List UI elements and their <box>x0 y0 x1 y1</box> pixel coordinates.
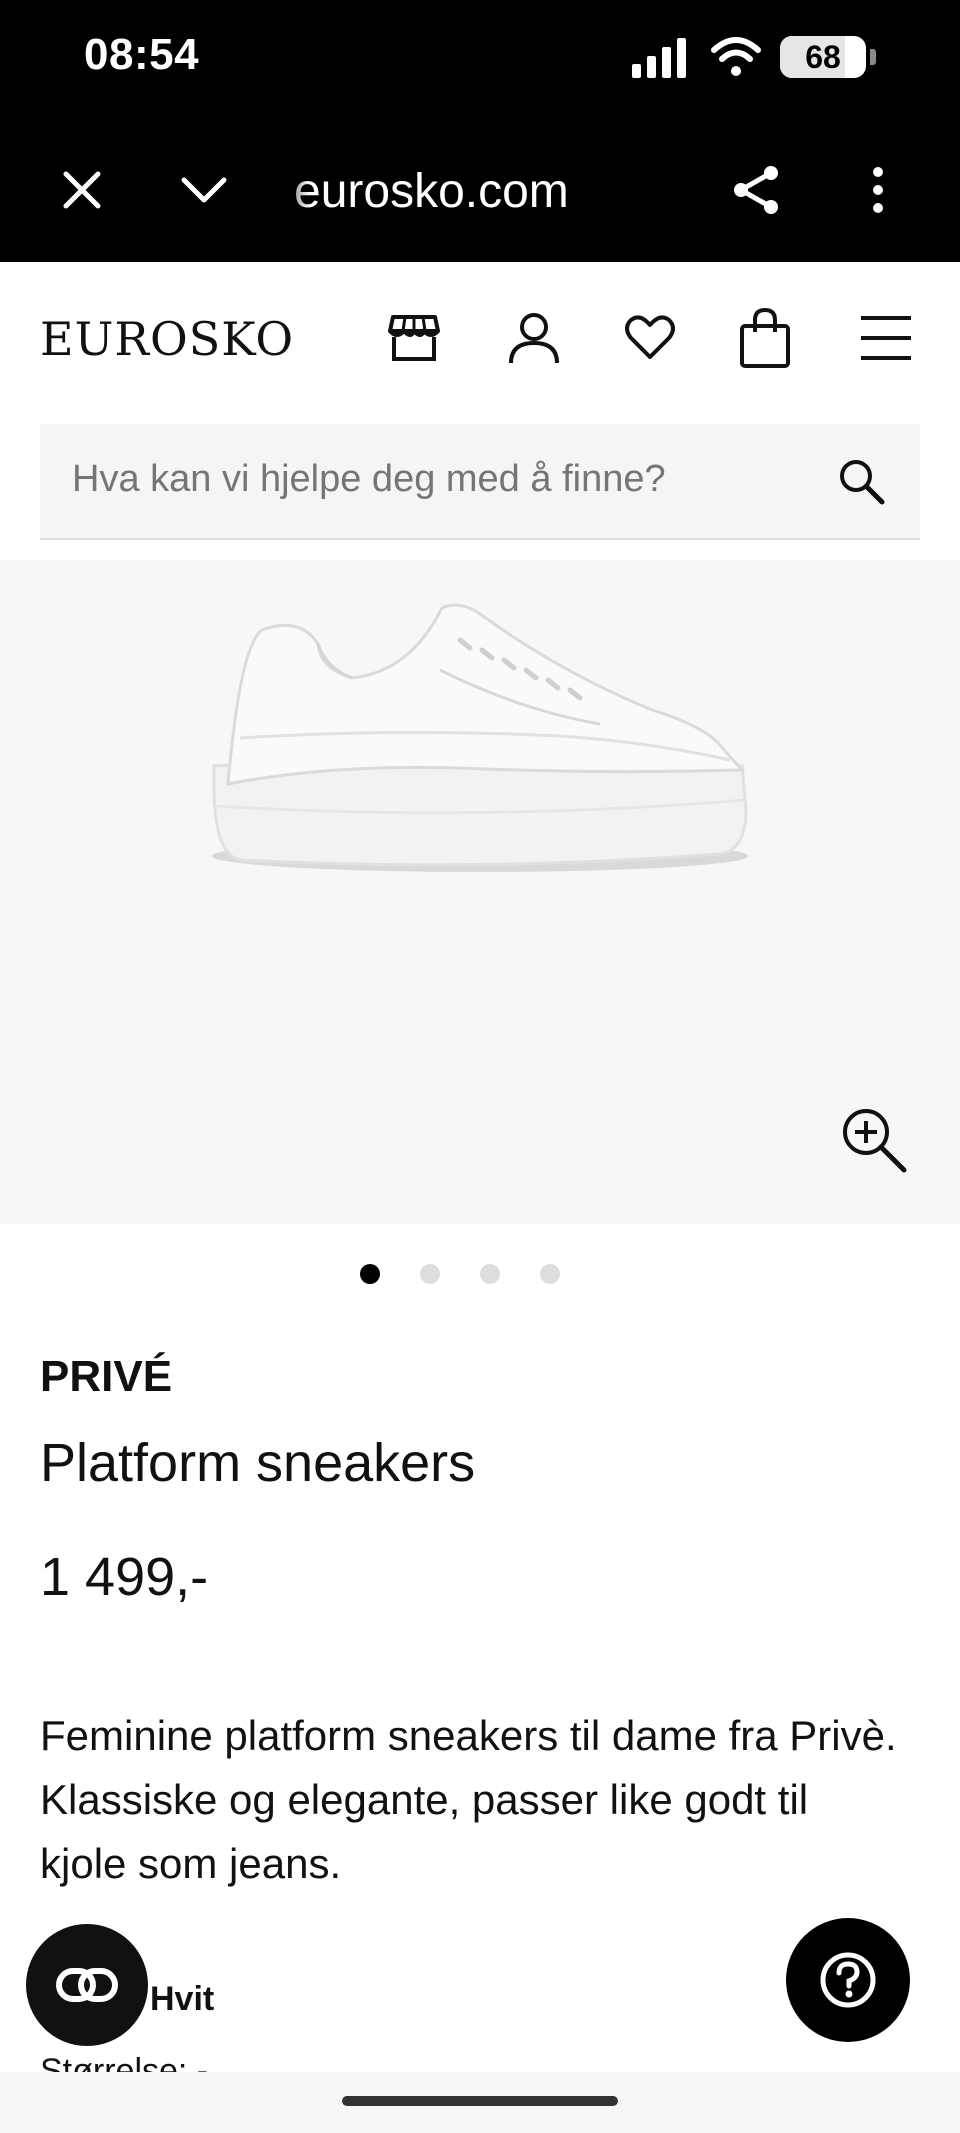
status-time: 08:54 <box>84 30 200 79</box>
zoom-in-icon <box>843 1109 907 1173</box>
shopping-bag-icon <box>740 308 790 368</box>
pagination-dot-1[interactable] <box>360 1264 380 1284</box>
account-button[interactable] <box>498 302 570 374</box>
accessibility-button[interactable] <box>26 1924 148 2046</box>
account-icon <box>509 313 559 364</box>
search-icon <box>840 460 885 505</box>
url-fade <box>270 158 310 222</box>
eurosko-logo[interactable]: EUROSKO <box>40 312 294 366</box>
site-header: EUROSKO <box>0 262 960 412</box>
home-indicator[interactable] <box>342 2096 618 2106</box>
pagination-dot-2[interactable] <box>420 1264 440 1284</box>
close-icon <box>63 171 101 209</box>
search-button[interactable] <box>834 454 890 510</box>
status-bar: 08:54 68 <box>0 0 960 118</box>
share-icon <box>734 166 778 214</box>
collapse-button[interactable] <box>172 158 236 222</box>
close-tab-button[interactable] <box>50 158 114 222</box>
product-price: 1 499,- <box>40 1547 209 1607</box>
zoom-button[interactable] <box>840 1106 910 1176</box>
search-bar <box>40 424 920 540</box>
link-icon <box>56 1968 118 2002</box>
product-image[interactable] <box>0 560 960 1224</box>
sneaker-image <box>212 603 748 872</box>
battery-icon: 68 <box>780 36 866 78</box>
product-name: Platform sneakers <box>40 1433 476 1493</box>
status-icons: 68 <box>630 36 876 78</box>
battery-tip <box>870 49 876 65</box>
wifi-icon <box>711 37 761 76</box>
browser-toolbar: eurosko.com <box>0 118 960 262</box>
pagination-dot-3[interactable] <box>480 1264 500 1284</box>
chevron-down-icon <box>181 177 227 203</box>
share-button[interactable] <box>724 158 788 222</box>
url-bar[interactable]: eurosko.com <box>294 164 569 219</box>
menu-icon <box>861 316 911 360</box>
heart-icon <box>625 315 675 359</box>
store-icon <box>388 315 440 361</box>
product-brand[interactable]: PRIVÉ <box>40 1352 172 1402</box>
more-options-button[interactable] <box>846 158 910 222</box>
wishlist-button[interactable] <box>614 302 686 374</box>
pagination-dot-4[interactable] <box>540 1264 560 1284</box>
cellular-signal-icon <box>632 38 686 78</box>
cart-button[interactable] <box>729 302 801 374</box>
color-value: Hvit <box>150 1980 215 2018</box>
image-pagination <box>0 1264 960 1286</box>
menu-button[interactable] <box>850 302 922 374</box>
help-button[interactable] <box>786 1918 910 2042</box>
help-icon <box>820 1952 876 2008</box>
product-description: Feminine platform sneakers til dame fra … <box>40 1712 897 1887</box>
stores-button[interactable] <box>378 302 450 374</box>
search-input[interactable] <box>72 458 832 501</box>
more-vertical-icon <box>873 167 883 213</box>
battery-level: 68 <box>805 39 841 75</box>
